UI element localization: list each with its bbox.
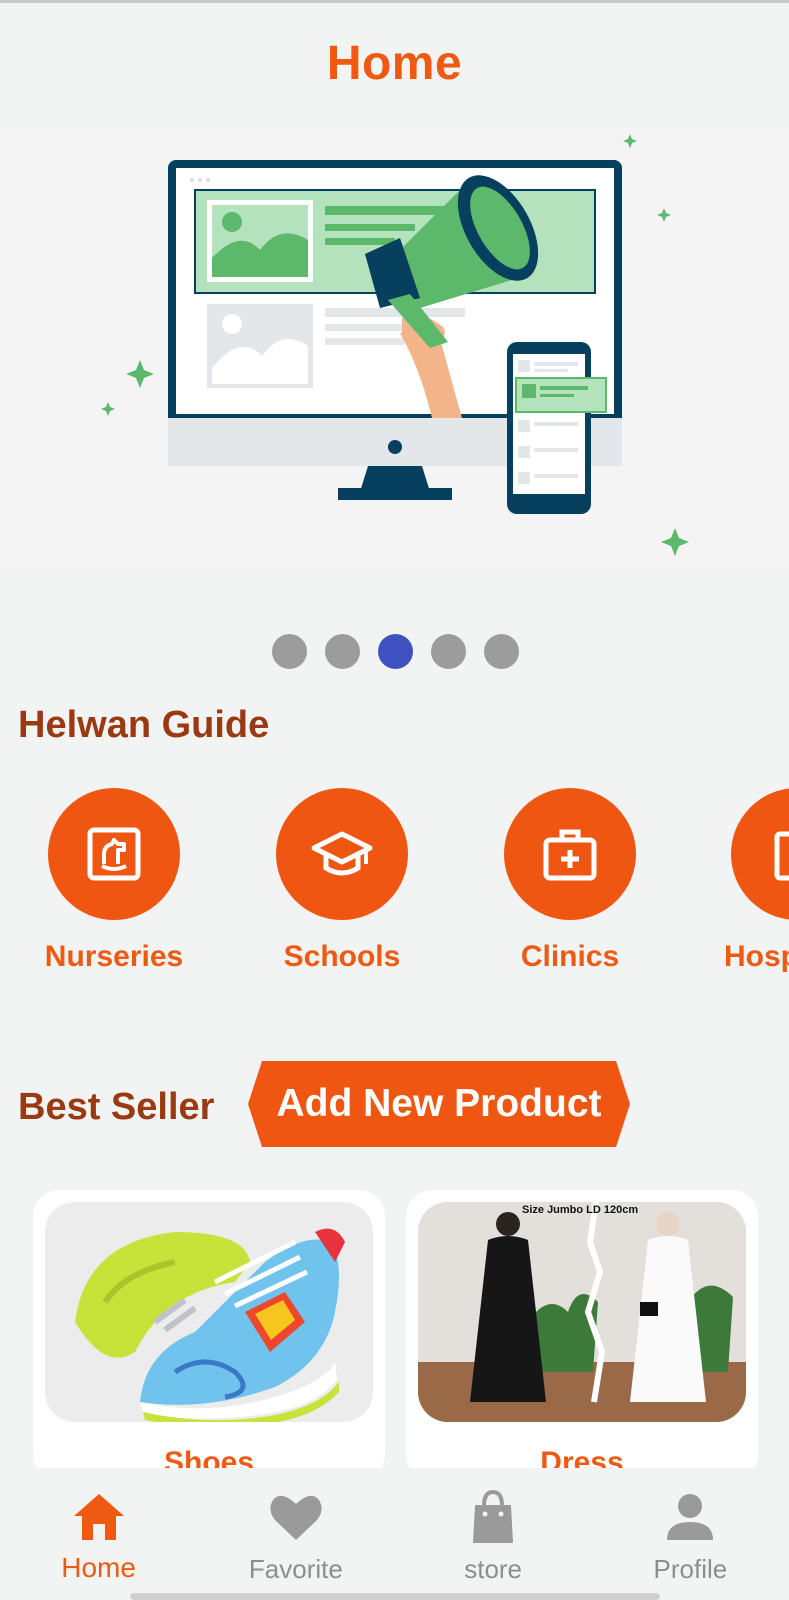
guide-item-schools[interactable]: Schools: [242, 788, 442, 974]
carousel-dot[interactable]: [431, 634, 466, 669]
guide-icon-circle: [48, 788, 180, 920]
guide-icon-circle: [276, 788, 408, 920]
nav-profile[interactable]: Profile: [592, 1468, 789, 1600]
dress-image: [418, 1202, 746, 1422]
shoes-image: [75, 1228, 345, 1422]
bottom-navigation: Home Favorite store Profile: [0, 1468, 789, 1600]
guide-item-label: Hosp: [724, 940, 789, 973]
carousel-indicator: [272, 634, 519, 669]
shopping-bag-icon: [473, 1490, 514, 1543]
product-card-dress[interactable]: Size Jumbo LD 120cm Dress: [406, 1190, 758, 1480]
add-new-product-button[interactable]: Add New Product: [248, 1061, 630, 1147]
person-icon: [667, 1494, 714, 1540]
carousel-dot[interactable]: [484, 634, 519, 669]
heart-icon: [270, 1495, 322, 1540]
carousel-dot[interactable]: [325, 634, 360, 669]
nav-store[interactable]: store: [395, 1468, 592, 1600]
graduation-cap-icon: [311, 831, 373, 876]
product-image: Size Jumbo LD 120cm: [418, 1202, 746, 1422]
guide-icon-circle: [504, 788, 636, 920]
nav-favorite[interactable]: Favorite: [197, 1468, 394, 1600]
medical-kit-icon: [543, 829, 597, 881]
guide-item-label: Clinics: [520, 940, 620, 973]
carousel-dot[interactable]: [272, 634, 307, 669]
carousel-dot-active[interactable]: [378, 634, 413, 669]
nav-label: Favorite: [248, 1554, 343, 1584]
product-image-caption: Size Jumbo LD 120cm: [522, 1204, 639, 1216]
guide-icon-circle: [731, 788, 789, 920]
guide-item-hospitals[interactable]: Hosp: [697, 788, 789, 974]
guide-item-label: Nurseries: [44, 940, 184, 973]
marketing-illustration: [101, 134, 689, 556]
guide-item-label: Schools: [283, 940, 401, 973]
guide-item-nurseries[interactable]: Nurseries: [14, 788, 214, 974]
best-seller-title: Best Seller: [18, 1086, 215, 1128]
page-title: Home: [326, 37, 463, 90]
home-icon: [73, 1494, 124, 1540]
promo-banner[interactable]: [0, 128, 789, 568]
nav-label: Profile: [653, 1554, 728, 1584]
guide-category-list[interactable]: Nurseries Schools Clinics Hos: [0, 788, 789, 978]
guide-section-title: Helwan Guide: [18, 704, 270, 746]
status-divider: [0, 0, 789, 3]
nav-home[interactable]: Home: [0, 1468, 197, 1600]
nav-label: Home: [61, 1552, 136, 1583]
rocking-horse-icon: [87, 827, 141, 881]
hospital-icon: [774, 831, 789, 881]
product-card-shoes[interactable]: Shoes: [33, 1190, 385, 1480]
guide-item-clinics[interactable]: Clinics: [470, 788, 670, 974]
gesture-bar: [130, 1593, 660, 1600]
product-image: [45, 1202, 373, 1422]
nav-label: store: [464, 1554, 523, 1584]
